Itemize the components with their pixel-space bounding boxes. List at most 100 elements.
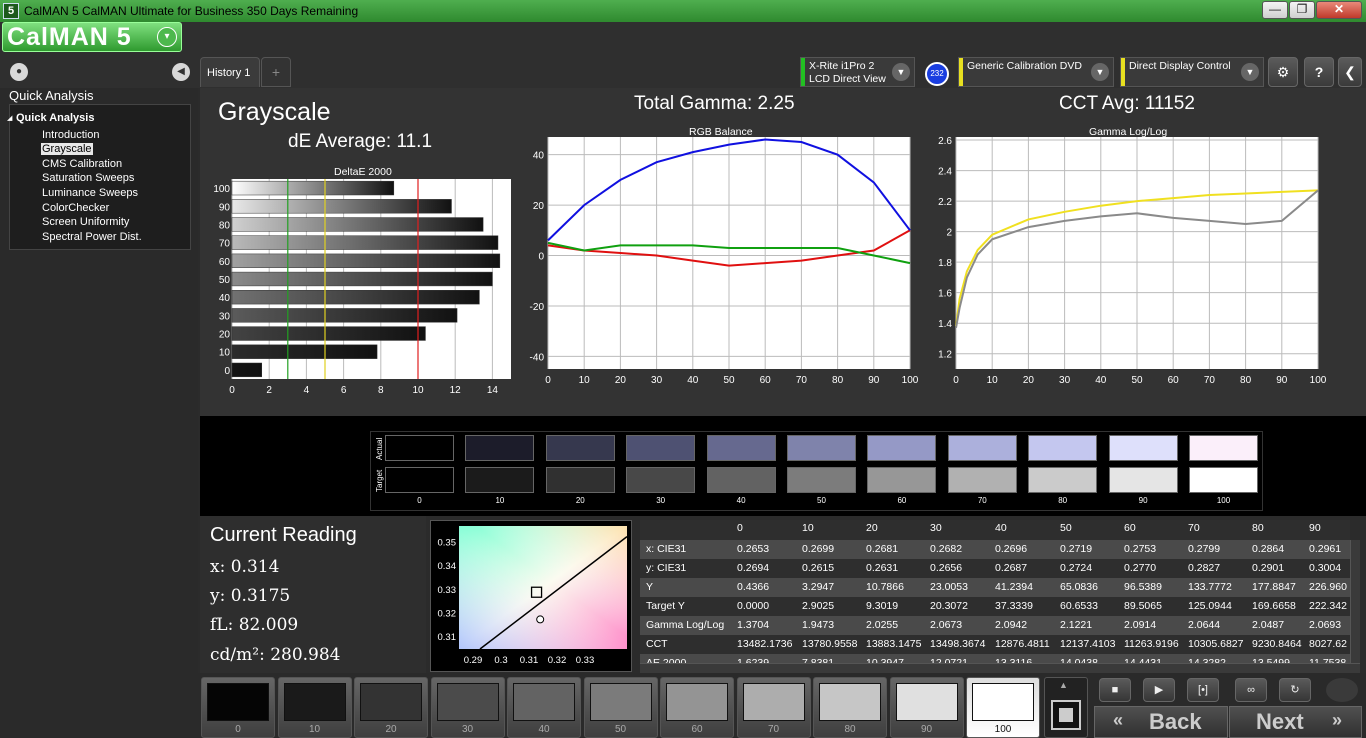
display-selector[interactable]: Direct Display Control ▼ xyxy=(1120,57,1264,87)
minimize-button[interactable]: — xyxy=(1262,1,1288,19)
target-swatch xyxy=(787,467,856,493)
table-cell: 226.960 xyxy=(1309,581,1347,593)
title-bar: 5 CalMAN 5 CalMAN Ultimate for Business … xyxy=(0,0,1366,22)
actual-swatch xyxy=(947,435,1017,461)
calman-logo-menu[interactable]: CalMAN 5 ▾ xyxy=(2,22,182,52)
actual-swatch xyxy=(706,435,776,461)
table-row[interactable]: Target Y 0.0000 2.9025 9.3019 20.3072 37.3339… xyxy=(640,597,1350,616)
pattern-swatch-button[interactable]: 60 xyxy=(660,677,734,738)
target-swatch xyxy=(947,467,1017,493)
help-button[interactable]: ? xyxy=(1304,57,1334,87)
pattern-swatch-button[interactable]: 50 xyxy=(583,677,658,738)
maximize-button[interactable]: ❐ xyxy=(1289,1,1315,19)
pattern-swatch-button[interactable]: 40 xyxy=(507,677,581,738)
deltae-x-tick-label: 4 xyxy=(304,385,310,396)
display-status-bar xyxy=(1121,58,1125,86)
table-row[interactable]: x: CIE31 0.2653 0.2699 0.2681 0.2682 0.2696 0.… xyxy=(640,540,1350,559)
sidebar-item-grayscale[interactable]: Grayscale xyxy=(41,143,93,155)
deltae-y-tick-label: 30 xyxy=(219,311,231,322)
deltae-bar xyxy=(231,271,493,287)
pattern-swatch-button[interactable]: 0 xyxy=(201,677,275,738)
table-cell: 0.2656 xyxy=(930,562,963,574)
play-measure-icon[interactable]: ▶ xyxy=(1143,678,1175,702)
swatch-level-label: 0 xyxy=(417,496,422,505)
target-swatch xyxy=(1028,467,1098,493)
swatch-level-label: 70 xyxy=(977,496,987,505)
table-cell: 37.3339 xyxy=(995,600,1033,612)
read-series-icon[interactable]: [•] xyxy=(1187,678,1219,702)
pattern-swatch-button[interactable]: 80 xyxy=(813,677,887,738)
back-button[interactable]: « Back xyxy=(1094,706,1228,738)
table-cell: 0.2961 xyxy=(1309,543,1342,555)
table-cell: 8027.62 xyxy=(1309,638,1347,650)
swatch-level-label: 20 xyxy=(575,496,585,505)
table-cell: 9230.8464 xyxy=(1252,638,1302,650)
pattern-swatch-label: 10 xyxy=(308,724,321,735)
pattern-swatch-button[interactable]: 70 xyxy=(736,677,811,738)
deltae-bar xyxy=(231,362,263,378)
cie-x-tick-label: 0.29 xyxy=(464,655,483,666)
sidebar-item-cms-calibration[interactable]: CMS Calibration xyxy=(41,158,123,170)
sidebar-item-spectral-power-dist[interactable]: Spectral Power Dist. xyxy=(41,231,143,243)
source-selector[interactable]: Generic Calibration DVD ▼ xyxy=(958,57,1114,87)
table-cell: 2.0487 xyxy=(1252,619,1285,631)
swatch-level-label: 30 xyxy=(656,496,666,505)
total-gamma: Total Gamma: 2.25 xyxy=(634,93,795,114)
next-button[interactable]: Next » xyxy=(1229,706,1362,738)
tab-history-1[interactable]: History 1 xyxy=(200,57,260,87)
sidebar-item-screen-uniformity[interactable]: Screen Uniformity xyxy=(41,216,130,228)
pattern-swatch-button[interactable]: 90 xyxy=(889,677,964,738)
pattern-swatch-button[interactable]: 30 xyxy=(430,677,505,738)
rgb-balance-y-tick-label: 20 xyxy=(533,201,545,212)
pattern-swatch-button[interactable]: 10 xyxy=(277,677,352,738)
cie-measured-point xyxy=(536,615,545,624)
home-icon[interactable]: ● xyxy=(10,63,28,81)
table-row[interactable]: ΔE 2000 1.6239 7.8381 10.3947 12.0721 13.3116… xyxy=(640,654,1350,663)
chevron-down-icon[interactable]: ▼ xyxy=(1091,63,1109,81)
refresh-icon[interactable]: ↻ xyxy=(1279,678,1311,702)
close-button[interactable]: ✕ xyxy=(1316,1,1362,19)
table-horizontal-scrollbar[interactable] xyxy=(640,663,1360,673)
stop-pattern-button[interactable] xyxy=(1051,700,1081,730)
table-row[interactable]: y: CIE31 0.2694 0.2615 0.2631 0.2656 0.2687 0.… xyxy=(640,559,1350,578)
table-cell: 12876.4811 xyxy=(995,638,1050,650)
settings-gear-icon[interactable]: ⚙ xyxy=(1268,57,1298,87)
sidebar-item-introduction[interactable]: Introduction xyxy=(41,129,100,141)
continuous-read-icon[interactable]: ∞ xyxy=(1235,678,1267,702)
meter-selector[interactable]: X-Rite i1Pro 2 LCD Direct View ▼ xyxy=(800,57,915,87)
collapse-sidebar-icon[interactable]: ◀ xyxy=(172,63,190,81)
table-row[interactable]: Y 0.4366 3.2947 10.7866 23.0053 41.2394 65.083… xyxy=(640,578,1350,597)
pattern-swatch-button[interactable]: 20 xyxy=(354,677,428,738)
collapse-right-icon[interactable]: ❮ xyxy=(1338,57,1362,87)
deltae-x-tick-label: 10 xyxy=(412,385,424,396)
stop-measure-icon[interactable]: ■ xyxy=(1099,678,1131,702)
deltae-x-tick-label: 8 xyxy=(378,385,384,396)
add-tab-button[interactable]: + xyxy=(261,57,291,87)
table-row[interactable]: CCT 13482.1736 13780.9558 13883.1475 13498.3… xyxy=(640,635,1350,654)
sidebar-item-colorchecker[interactable]: ColorChecker xyxy=(41,202,110,214)
cie-x-tick-label: 0.3 xyxy=(494,655,507,666)
chevron-down-icon[interactable]: ▼ xyxy=(892,63,910,81)
pattern-swatch-button[interactable]: 100 xyxy=(966,677,1040,738)
pattern-swatch-preview xyxy=(819,683,881,721)
table-cell: 0.2694 xyxy=(737,562,770,574)
table-cell: 1.3704 xyxy=(737,619,770,631)
row-label: x: CIE31 xyxy=(646,543,687,555)
table-vertical-scrollbar[interactable] xyxy=(1350,540,1360,663)
meter-badge[interactable]: 232 xyxy=(925,62,949,86)
table-row[interactable]: Gamma Log/Log 1.3704 1.9473 2.0255 2.0673 2.0… xyxy=(640,616,1350,635)
chevron-down-icon[interactable]: ▼ xyxy=(1241,63,1259,81)
sidebar-item-luminance-sweeps[interactable]: Luminance Sweeps xyxy=(41,187,139,199)
scroll-up-icon[interactable]: ▲ xyxy=(1059,680,1068,690)
tree-expand-icon[interactable]: ◢ xyxy=(7,114,12,122)
table-cell: 60.6533 xyxy=(1060,600,1098,612)
table-cell: 2.0942 xyxy=(995,619,1028,631)
deltae-y-tick-label: 20 xyxy=(219,330,231,341)
sidebar-item-saturation-sweeps[interactable]: Saturation Sweeps xyxy=(41,172,135,184)
tree-group-quick-analysis[interactable]: Quick Analysis xyxy=(16,112,94,124)
record-indicator-icon xyxy=(1326,678,1358,702)
chevron-down-icon[interactable]: ▾ xyxy=(157,27,177,47)
table-cell: 0.4366 xyxy=(737,581,770,593)
table-cell: 0.2827 xyxy=(1188,562,1221,574)
pattern-swatch-preview xyxy=(666,683,728,721)
